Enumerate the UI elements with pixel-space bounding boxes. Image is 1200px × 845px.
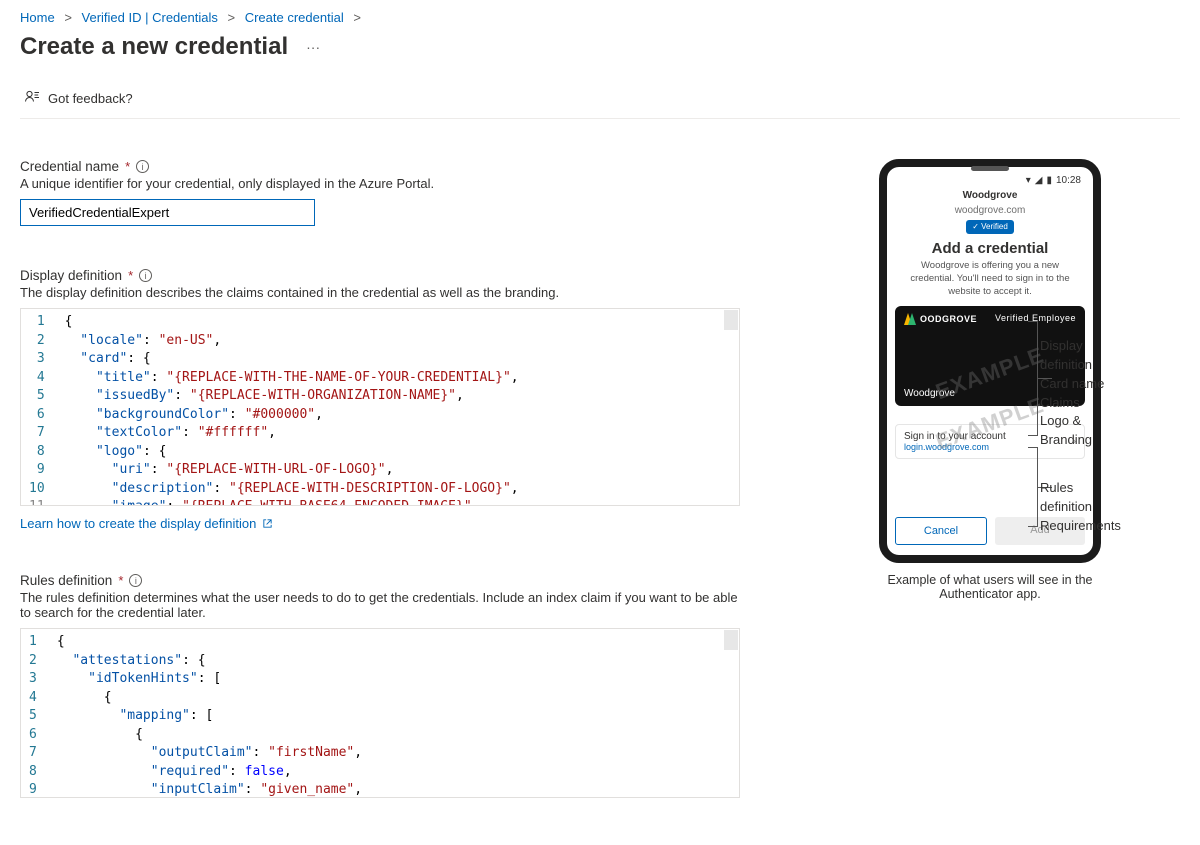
info-icon[interactable]: i bbox=[136, 160, 149, 173]
phone-cancel-button: Cancel bbox=[895, 517, 987, 545]
breadcrumb-verified-id[interactable]: Verified ID | Credentials bbox=[82, 10, 218, 25]
wifi-icon: ▾ bbox=[1026, 175, 1031, 186]
required-indicator: * bbox=[125, 159, 130, 174]
editor-code[interactable]: { "attestations": { "idTokenHints": [ { … bbox=[49, 629, 739, 797]
rules-definition-group: Rules definition * i The rules definitio… bbox=[20, 573, 740, 798]
chevron-right-icon: > bbox=[228, 10, 236, 25]
more-actions-button[interactable]: ··· bbox=[306, 39, 320, 55]
editor-minimap bbox=[724, 310, 738, 330]
required-indicator: * bbox=[128, 268, 133, 283]
phone-status-bar: ▾ ◢ ▮ 10:28 bbox=[895, 173, 1085, 188]
display-definition-helper: The display definition describes the cla… bbox=[20, 285, 740, 300]
breadcrumb-home[interactable]: Home bbox=[20, 10, 55, 25]
phone-desc: Woodgrove is offering you a new credenti… bbox=[901, 260, 1079, 298]
feedback-icon bbox=[24, 89, 40, 108]
external-link-icon bbox=[262, 518, 273, 529]
rules-definition-helper: The rules definition determines what the… bbox=[20, 590, 740, 620]
battery-icon: ▮ bbox=[1046, 175, 1052, 186]
annotation-rules-definition: Rules definition Requirements bbox=[1040, 479, 1121, 536]
rules-definition-editor[interactable]: 123456789 { "attestations": { "idTokenHi… bbox=[20, 628, 740, 798]
breadcrumb-create-credential[interactable]: Create credential bbox=[245, 10, 344, 25]
credential-name-helper: A unique identifier for your credential,… bbox=[20, 176, 740, 191]
chevron-right-icon: > bbox=[353, 10, 361, 25]
editor-minimap bbox=[724, 630, 738, 650]
credential-name-group: Credential name * i A unique identifier … bbox=[20, 159, 740, 226]
breadcrumb: Home > Verified ID | Credentials > Creat… bbox=[20, 10, 1180, 25]
preview-panel: ▾ ◢ ▮ 10:28 Woodgrove woodgrove.com ✓ Ve… bbox=[800, 159, 1180, 798]
credential-name-input[interactable] bbox=[20, 199, 315, 226]
verified-badge: ✓ Verified bbox=[966, 220, 1014, 234]
info-icon[interactable]: i bbox=[139, 269, 152, 282]
annotation-display-definition: Display definition Card name Claims Logo… bbox=[1040, 337, 1104, 450]
editor-gutter: 1234567891011 bbox=[21, 309, 57, 505]
phone-org-domain: woodgrove.com bbox=[895, 203, 1085, 218]
chevron-right-icon: > bbox=[64, 10, 72, 25]
page-title: Create a new credential bbox=[20, 33, 288, 61]
signal-icon: ◢ bbox=[1035, 175, 1043, 186]
phone-org-name: Woodgrove bbox=[895, 188, 1085, 203]
display-definition-group: Display definition * i The display defin… bbox=[20, 268, 740, 531]
feedback-link[interactable]: Got feedback? bbox=[48, 91, 133, 106]
editor-code[interactable]: { "locale": "en-US", "card": { "title": … bbox=[57, 309, 739, 505]
credential-name-label: Credential name bbox=[20, 159, 119, 174]
required-indicator: * bbox=[118, 573, 123, 588]
editor-gutter: 123456789 bbox=[21, 629, 49, 797]
woodgrove-logo-icon bbox=[904, 313, 916, 325]
display-definition-label: Display definition bbox=[20, 268, 122, 283]
preview-caption: Example of what users will see in the Au… bbox=[880, 573, 1100, 601]
display-definition-editor[interactable]: 1234567891011 { "locale": "en-US", "card… bbox=[20, 308, 740, 506]
rules-definition-label: Rules definition bbox=[20, 573, 112, 588]
phone-title: Add a credential bbox=[895, 240, 1085, 257]
info-icon[interactable]: i bbox=[129, 574, 142, 587]
learn-display-definition-link[interactable]: Learn how to create the display definiti… bbox=[20, 516, 273, 531]
